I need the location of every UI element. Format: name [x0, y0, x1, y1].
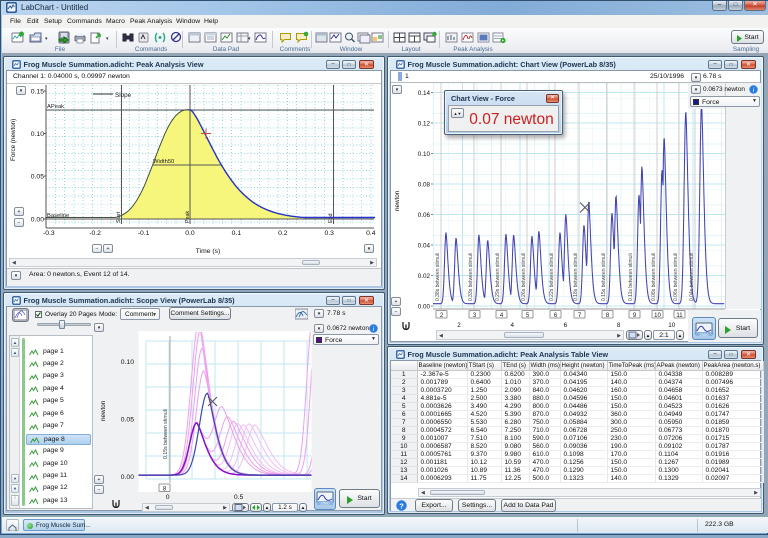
svg-text:10: 10 [654, 313, 661, 319]
svg-text:0.10: 0.10 [121, 359, 134, 366]
svg-text:Baseline: Baseline [47, 213, 69, 219]
svg-text:Peak: Peak [185, 211, 191, 223]
svg-text:0.12: 0.12 [418, 121, 431, 128]
svg-text:-0.3: -0.3 [43, 230, 55, 237]
svg-text:0.29s between stimuli: 0.29s between stimuli [495, 253, 501, 301]
svg-text:0.5: 0.5 [234, 494, 244, 501]
svg-text:6: 6 [564, 322, 568, 328]
svg-text:newton: newton [100, 400, 107, 421]
svg-text:Width50: Width50 [153, 159, 174, 165]
svg-text:0.15s between stimuli: 0.15s between stimuli [601, 253, 607, 301]
svg-text:2: 2 [457, 322, 461, 328]
svg-text:0.14: 0.14 [418, 90, 431, 97]
svg-text:0.2: 0.2 [278, 230, 288, 237]
svg-text:0.00: 0.00 [121, 474, 134, 481]
svg-text:0.1: 0.1 [232, 230, 242, 237]
svg-text:End: End [328, 214, 334, 223]
svg-text:newton: newton [394, 190, 401, 211]
svg-text:Slope: Slope [115, 92, 132, 99]
svg-text:0.06: 0.06 [418, 212, 431, 219]
svg-text:0.15s between stimuli: 0.15s between stimuli [163, 409, 169, 459]
svg-text:0.04s between stimuli: 0.04s between stimuli [689, 253, 695, 301]
svg-text:0.38s between stimuli: 0.38s between stimuli [435, 253, 441, 301]
svg-text:0.10: 0.10 [31, 131, 44, 138]
svg-text:0.15: 0.15 [31, 88, 44, 95]
svg-text:0.02: 0.02 [418, 273, 431, 280]
svg-text:Time (s): Time (s) [196, 248, 221, 255]
svg-text:-0.2: -0.2 [89, 230, 101, 237]
svg-text:?: ? [399, 501, 404, 510]
svg-text:0.06s between stimuli: 0.06s between stimuli [673, 253, 679, 301]
svg-text:0: 0 [166, 494, 170, 501]
svg-text:0.33s between stimuli: 0.33s between stimuli [468, 253, 474, 301]
svg-text:0.08s between stimuli: 0.08s between stimuli [651, 253, 657, 301]
svg-text:0.4: 0.4 [366, 230, 376, 237]
svg-text:2000: 2000 [700, 332, 710, 337]
svg-text:0.00: 0.00 [31, 217, 44, 224]
svg-text:0.04: 0.04 [418, 243, 431, 250]
svg-text:0.22s between stimuli: 0.22s between stimuli [549, 253, 555, 301]
svg-text:0.00: 0.00 [418, 304, 431, 311]
svg-text:2000: 2000 [321, 501, 331, 506]
svg-text:APeak: APeak [47, 104, 64, 110]
svg-text:0.08: 0.08 [418, 182, 431, 189]
svg-text:0.18s between stimuli: 0.18s between stimuli [573, 253, 579, 301]
svg-text:-0.1: -0.1 [138, 230, 150, 237]
svg-text:0.3: 0.3 [324, 230, 334, 237]
svg-text:0.0: 0.0 [185, 230, 195, 237]
svg-text:0.10: 0.10 [418, 151, 431, 158]
svg-text:4: 4 [510, 322, 514, 328]
svg-text:0.11s between stimuli: 0.11s between stimuli [628, 253, 634, 301]
svg-text:8: 8 [617, 322, 621, 328]
svg-text:0.05: 0.05 [31, 174, 44, 181]
svg-text:0.05: 0.05 [121, 417, 134, 424]
svg-text:Force (newton): Force (newton) [10, 119, 17, 161]
svg-text:11: 11 [676, 313, 683, 319]
svg-text:0.26s between stimuli: 0.26s between stimuli [521, 253, 527, 301]
svg-text:10: 10 [668, 322, 676, 328]
